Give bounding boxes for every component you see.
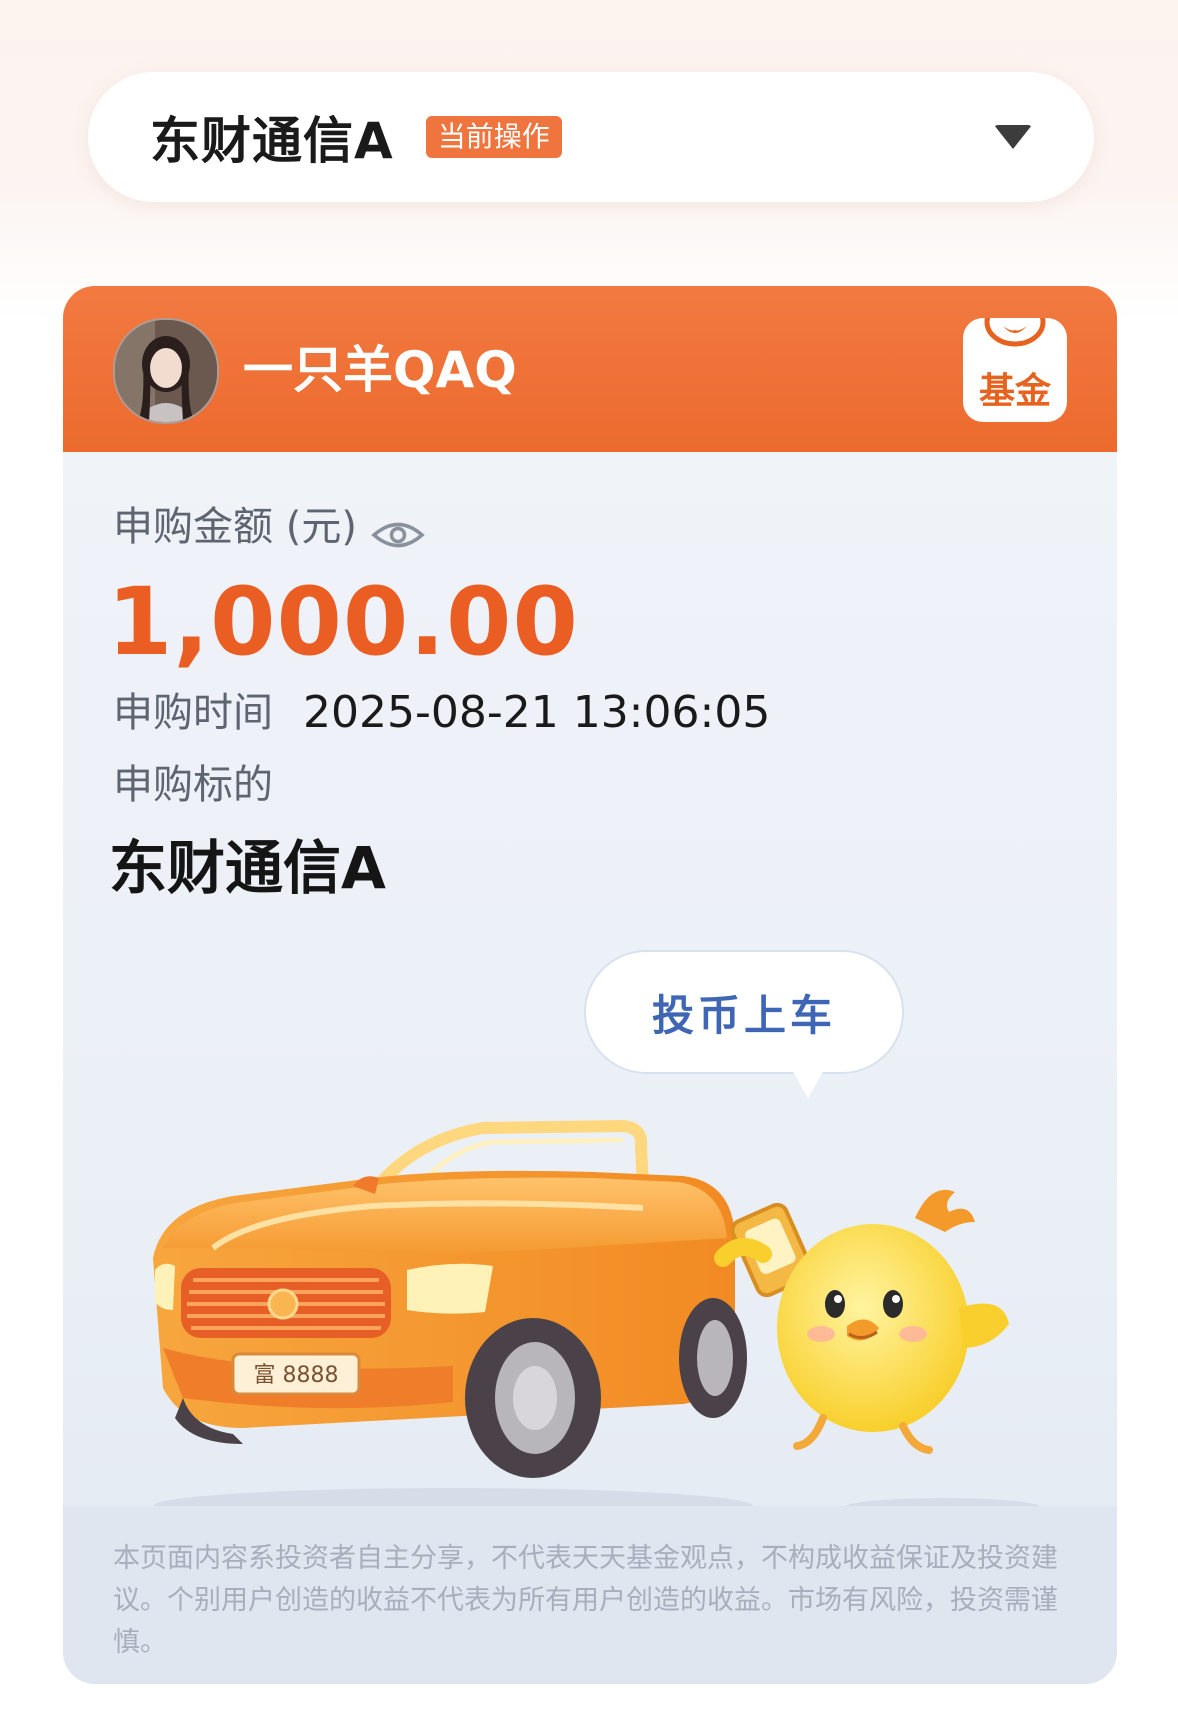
target-label: 申购标的: [113, 762, 273, 808]
card-header: 一只羊QAQ 基金: [63, 286, 1117, 452]
license-plate-text: 富 8888: [254, 1363, 339, 1388]
time-value: 2025-08-21 13:06:05: [303, 687, 771, 738]
fund-logo-icon: 基金: [963, 318, 1067, 422]
target-fund-name: 东财通信A: [109, 834, 386, 902]
car-chick-illustration: 富 8888: [153, 1119, 1043, 1524]
time-label: 申购时间: [113, 690, 273, 736]
purchase-share-card: 一只羊QAQ 基金 申购金额 (元) 1,000.00 申购时间 2025-08…: [63, 286, 1117, 1684]
chick-mascot: [714, 1189, 1009, 1454]
eye-icon[interactable]: [371, 512, 425, 548]
disclaimer-text: 本页面内容系投资者自主分享，不代表天天基金观点，不构成收益保证及投资建议。个别用…: [63, 1506, 1117, 1684]
chevron-down-icon[interactable]: [994, 125, 1032, 149]
avatar: [113, 318, 219, 424]
selector-fund-name: 东财通信A: [150, 112, 394, 170]
current-operation-badge: 当前操作: [425, 116, 562, 158]
fund-logo-text: 基金: [978, 370, 1051, 412]
purchase-amount: 1,000.00: [107, 568, 579, 677]
amount-label-row: 申购金额 (元): [113, 502, 425, 552]
time-row: 申购时间 2025-08-21 13:06:05: [113, 688, 770, 738]
fund-selector[interactable]: 东财通信A 当前操作: [88, 72, 1094, 202]
speech-bubble: 投币上车: [586, 952, 902, 1098]
username: 一只羊QAQ: [243, 341, 517, 399]
bubble-text: 投币上车: [651, 990, 836, 1040]
amount-label: 申购金额 (元): [113, 504, 357, 550]
